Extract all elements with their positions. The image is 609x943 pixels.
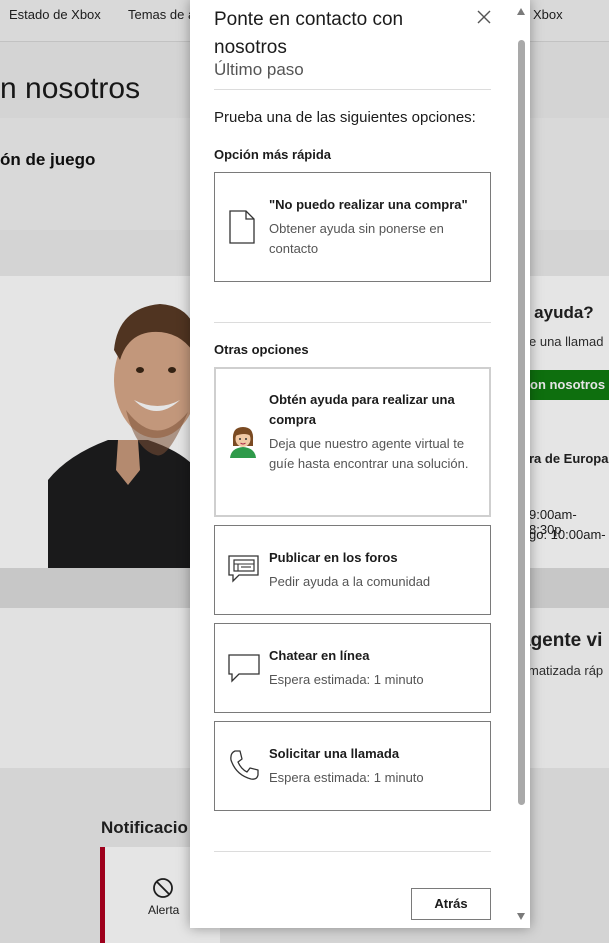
option-desc: Espera estimada: 1 minuto <box>269 770 424 785</box>
dialog-intro: Prueba una de las siguientes opciones: <box>214 109 476 126</box>
other-options-label: Otras opciones <box>214 342 309 357</box>
chat-icon <box>228 654 260 683</box>
option-desc: Espera estimada: 1 minuto <box>269 672 424 687</box>
fastest-option-label: Opción más rápida <box>214 147 332 162</box>
option-desc: Deja que nuestro agente virtual te guíe … <box>269 436 469 471</box>
option-title: Solicitar una llamada <box>269 746 400 761</box>
dialog-subtitle: Último paso <box>214 60 304 79</box>
document-icon <box>229 210 255 244</box>
option-card-forums[interactable]: Publicar en los foros Pedir ayuda a la c… <box>214 525 491 615</box>
close-icon[interactable] <box>473 6 495 28</box>
fastest-option-card[interactable]: "No puedo realizar una compra" Obtener a… <box>214 172 491 282</box>
divider <box>214 851 491 852</box>
option-title: Chatear en línea <box>269 648 370 663</box>
divider <box>214 322 491 323</box>
scrollbar-thumb[interactable] <box>518 40 525 805</box>
contact-dialog: Ponte en contacto con nosotros Último pa… <box>190 0 530 928</box>
virtual-agent-avatar-icon <box>230 427 256 458</box>
dialog-title: Ponte en contacto con nosotros <box>214 9 404 58</box>
option-card-virtual-agent[interactable]: Obtén ayuda para realizar una compra Dej… <box>214 367 491 517</box>
forum-icon <box>228 555 259 583</box>
back-button[interactable]: Atrás <box>411 888 491 920</box>
option-card-chat[interactable]: Chatear en línea Espera estimada: 1 minu… <box>214 623 491 713</box>
fastest-option-desc: Obtener ayuda sin ponerse en contacto <box>269 221 444 256</box>
option-title: Obtén ayuda para realizar una compra <box>269 392 455 427</box>
scroll-up-arrow-icon[interactable] <box>517 8 525 15</box>
fastest-option-title: "No puedo realizar una compra" <box>269 197 468 212</box>
option-card-call[interactable]: Solicitar una llamada Espera estimada: 1… <box>214 721 491 811</box>
option-desc: Pedir ayuda a la comunidad <box>269 574 431 589</box>
scroll-down-arrow-icon[interactable] <box>517 913 525 920</box>
option-title: Publicar en los foros <box>269 550 398 565</box>
phone-icon <box>230 750 259 780</box>
divider <box>214 89 491 90</box>
